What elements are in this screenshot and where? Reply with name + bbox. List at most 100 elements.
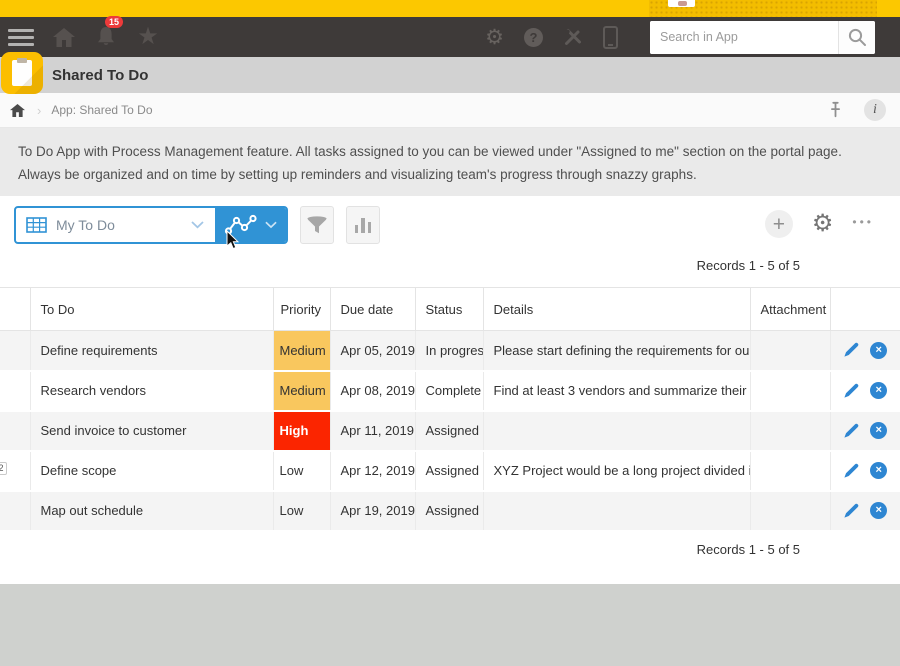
cell-actions: × xyxy=(830,331,900,371)
cell-actions: × xyxy=(830,371,900,411)
table-view-icon xyxy=(26,217,47,233)
table-row: 2 Define scope Low Apr 12, 2019 Assigned… xyxy=(0,451,900,491)
cell-todo: Define requirements xyxy=(30,331,273,371)
add-record-button[interactable]: + xyxy=(765,210,793,238)
bar-chart-icon xyxy=(355,218,372,233)
favorites-star-icon[interactable]: ★ xyxy=(136,25,160,49)
hamburger-menu-icon[interactable] xyxy=(8,29,34,46)
cell-details xyxy=(483,411,750,451)
edit-pencil-icon[interactable] xyxy=(843,383,859,399)
pin-icon[interactable] xyxy=(829,101,842,119)
brand-bar xyxy=(0,0,900,17)
notification-count-badge: 15 xyxy=(105,16,123,28)
cell-due-date: Apr 19, 2019 xyxy=(330,491,415,531)
cell-status: Complete xyxy=(415,371,483,411)
chevron-down-icon xyxy=(191,216,204,234)
cell-details xyxy=(483,491,750,531)
record-icon-cell xyxy=(0,371,30,411)
delete-x-icon[interactable]: × xyxy=(870,422,887,439)
view-name: My To Do xyxy=(56,217,115,233)
column-header-attachment[interactable]: Attachment xyxy=(750,288,830,331)
settings-gear-icon[interactable]: ⚙ xyxy=(485,27,504,48)
filter-funnel-icon xyxy=(306,216,328,235)
cell-due-date: Apr 08, 2019 xyxy=(330,371,415,411)
cell-attachment xyxy=(750,371,830,411)
home-icon[interactable] xyxy=(52,25,76,49)
notifications-bell-icon[interactable]: 15 xyxy=(94,25,118,49)
table-body: Define requirements Medium Apr 05, 2019 … xyxy=(0,331,900,531)
doc-badge: 2 xyxy=(0,462,7,475)
delete-x-icon[interactable]: × xyxy=(870,502,887,519)
priority-cell: Medium xyxy=(273,371,330,411)
image-fragment xyxy=(668,0,695,7)
column-header-status[interactable]: Status xyxy=(415,288,483,331)
cell-details: XYZ Project would be a long project divi… xyxy=(483,451,750,491)
breadcrumb: › App: Shared To Do i xyxy=(0,93,900,128)
column-header-details[interactable]: Details xyxy=(483,288,750,331)
main-content: My To Do + ⚙ ••• xyxy=(0,196,900,584)
breadcrumb-home-icon[interactable] xyxy=(10,104,25,117)
edit-pencil-icon[interactable] xyxy=(843,423,859,439)
cell-details: Please start defining the requirements f… xyxy=(483,331,750,371)
column-header-todo[interactable]: To Do xyxy=(30,288,273,331)
cell-attachment xyxy=(750,331,830,371)
help-icon[interactable]: ? xyxy=(524,28,543,47)
priority-cell: Low xyxy=(273,451,330,491)
view-dropdown[interactable]: My To Do xyxy=(16,208,215,242)
edit-pencil-icon[interactable] xyxy=(843,463,859,479)
breadcrumb-app-link[interactable]: App: Shared To Do xyxy=(51,103,152,117)
app-description: To Do App with Process Management featur… xyxy=(0,128,900,196)
column-header-icon xyxy=(0,288,30,331)
search-input[interactable] xyxy=(650,21,838,54)
chart-button[interactable] xyxy=(346,206,380,244)
cell-due-date: Apr 11, 2019 xyxy=(330,411,415,451)
delete-x-icon[interactable]: × xyxy=(870,462,887,479)
cell-attachment xyxy=(750,411,830,451)
cell-status: Assigned xyxy=(415,411,483,451)
cell-due-date: Apr 12, 2019 xyxy=(330,451,415,491)
app-settings-gear-icon[interactable]: ⚙ xyxy=(812,212,834,236)
search-box xyxy=(650,21,875,54)
header-left-icons: 15 ★ xyxy=(8,25,160,49)
records-table: To Do Priority Due date Status Details A… xyxy=(0,287,900,532)
chevron-down-icon xyxy=(265,221,277,229)
app-icon xyxy=(1,52,43,94)
app-title-bar: Shared To Do xyxy=(0,57,900,93)
cell-due-date: Apr 05, 2019 xyxy=(330,331,415,371)
cell-status: Assigned xyxy=(415,491,483,531)
delete-x-icon[interactable]: × xyxy=(870,342,887,359)
page-title: Shared To Do xyxy=(52,67,148,84)
cell-status: Assigned xyxy=(415,451,483,491)
search-button[interactable] xyxy=(838,21,875,54)
cell-actions: × xyxy=(830,451,900,491)
cell-actions: × xyxy=(830,411,900,451)
priority-cell: High xyxy=(273,411,330,451)
delete-x-icon[interactable]: × xyxy=(870,382,887,399)
highlight-region xyxy=(649,0,877,17)
records-count-bottom: Records 1 - 5 of 5 xyxy=(0,542,900,560)
mobile-phone-icon[interactable] xyxy=(603,26,618,49)
toolbar-right: + ⚙ ••• xyxy=(765,206,874,238)
cell-attachment xyxy=(750,491,830,531)
table-row: Map out schedule Low Apr 19, 2019 Assign… xyxy=(0,491,900,531)
record-icon-cell: 2 xyxy=(0,451,30,491)
column-header-priority[interactable]: Priority xyxy=(273,288,330,331)
record-icon-cell xyxy=(0,411,30,451)
priority-cell: Low xyxy=(273,491,330,531)
header-right-icons: ⚙ ? xyxy=(485,21,875,54)
records-count-top: Records 1 - 5 of 5 xyxy=(0,258,900,276)
column-header-actions xyxy=(830,288,900,331)
mouse-cursor xyxy=(226,230,239,255)
app-window: 15 ★ ⚙ ? Shared To Do xyxy=(0,0,900,666)
filter-button[interactable] xyxy=(300,206,334,244)
more-options-button[interactable]: ••• xyxy=(852,215,874,233)
tools-icon[interactable] xyxy=(563,27,583,47)
edit-pencil-icon[interactable] xyxy=(843,342,859,358)
cell-todo: Research vendors xyxy=(30,371,273,411)
cell-todo: Define scope xyxy=(30,451,273,491)
info-icon[interactable]: i xyxy=(864,99,886,121)
record-icon-cell xyxy=(0,491,30,531)
edit-pencil-icon[interactable] xyxy=(843,503,859,519)
column-header-due-date[interactable]: Due date xyxy=(330,288,415,331)
cell-todo: Send invoice to customer xyxy=(30,411,273,451)
